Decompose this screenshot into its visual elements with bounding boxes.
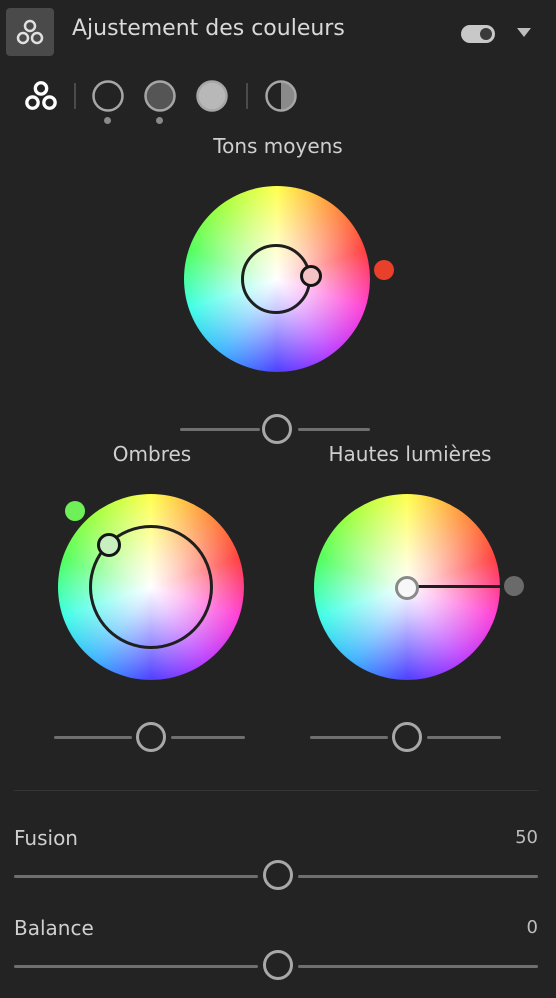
three-circles-icon bbox=[25, 81, 57, 110]
midtones-color-handle[interactable] bbox=[300, 265, 322, 287]
shadows-color-handle[interactable] bbox=[97, 533, 121, 557]
panel-icon-button[interactable] bbox=[6, 8, 54, 56]
fusion-label: Fusion bbox=[14, 826, 78, 850]
highlights-handle-line bbox=[418, 585, 504, 588]
highlights-luminance-knob[interactable] bbox=[392, 722, 422, 752]
shadows-circle-icon bbox=[92, 80, 124, 112]
shadows-adjusted-dot bbox=[104, 117, 111, 124]
shadows-luminance-track-right[interactable] bbox=[171, 736, 245, 739]
shadows-luminance-track-left[interactable] bbox=[54, 736, 132, 739]
midtones-circle-icon bbox=[144, 80, 176, 112]
balance-value[interactable]: 0 bbox=[440, 917, 538, 938]
highlights-hue-indicator[interactable] bbox=[504, 576, 524, 596]
fusion-track-right[interactable] bbox=[298, 875, 538, 878]
balance-slider-knob[interactable] bbox=[263, 950, 293, 980]
color-grading-icon bbox=[16, 19, 44, 45]
highlights-luminance-track-left[interactable] bbox=[310, 736, 388, 739]
midtones-luminance-knob[interactable] bbox=[262, 414, 292, 444]
midtones-label: Tons moyens bbox=[213, 134, 343, 158]
midtones-luminance-track-right[interactable] bbox=[298, 428, 370, 431]
panel-enable-toggle[interactable] bbox=[461, 25, 495, 43]
shadows-hue-indicator[interactable] bbox=[65, 501, 85, 521]
panel-title: Ajustement des couleurs bbox=[72, 16, 345, 41]
midtones-luminance-track-left[interactable] bbox=[180, 428, 260, 431]
half-circle-icon bbox=[265, 80, 297, 112]
midtones-adjusted-dot bbox=[156, 117, 163, 124]
balance-track-right[interactable] bbox=[298, 965, 538, 968]
fusion-value[interactable]: 50 bbox=[440, 827, 538, 848]
section-divider bbox=[14, 790, 538, 791]
mode-midtones-button[interactable] bbox=[143, 79, 177, 113]
collapse-caret-icon[interactable] bbox=[517, 28, 531, 37]
fusion-slider-knob[interactable] bbox=[263, 860, 293, 890]
highlights-circle-icon bbox=[196, 80, 228, 112]
shadows-luminance-knob[interactable] bbox=[136, 722, 166, 752]
highlights-color-handle[interactable] bbox=[395, 576, 419, 600]
midtones-hue-indicator[interactable] bbox=[374, 260, 394, 280]
mode-global-button[interactable] bbox=[264, 79, 298, 113]
mode-highlights-button[interactable] bbox=[195, 79, 229, 113]
balance-label: Balance bbox=[14, 916, 94, 940]
mode-all-button[interactable] bbox=[24, 79, 58, 113]
toggle-knob bbox=[480, 28, 492, 40]
shadows-label: Ombres bbox=[112, 442, 192, 466]
mode-shadows-button[interactable] bbox=[91, 79, 125, 113]
highlights-luminance-track-right[interactable] bbox=[427, 736, 501, 739]
mode-separator bbox=[246, 83, 248, 109]
fusion-track-left[interactable] bbox=[14, 875, 258, 878]
highlights-label: Hautes lumières bbox=[328, 442, 492, 466]
balance-track-left[interactable] bbox=[14, 965, 258, 968]
mode-separator bbox=[74, 83, 76, 109]
